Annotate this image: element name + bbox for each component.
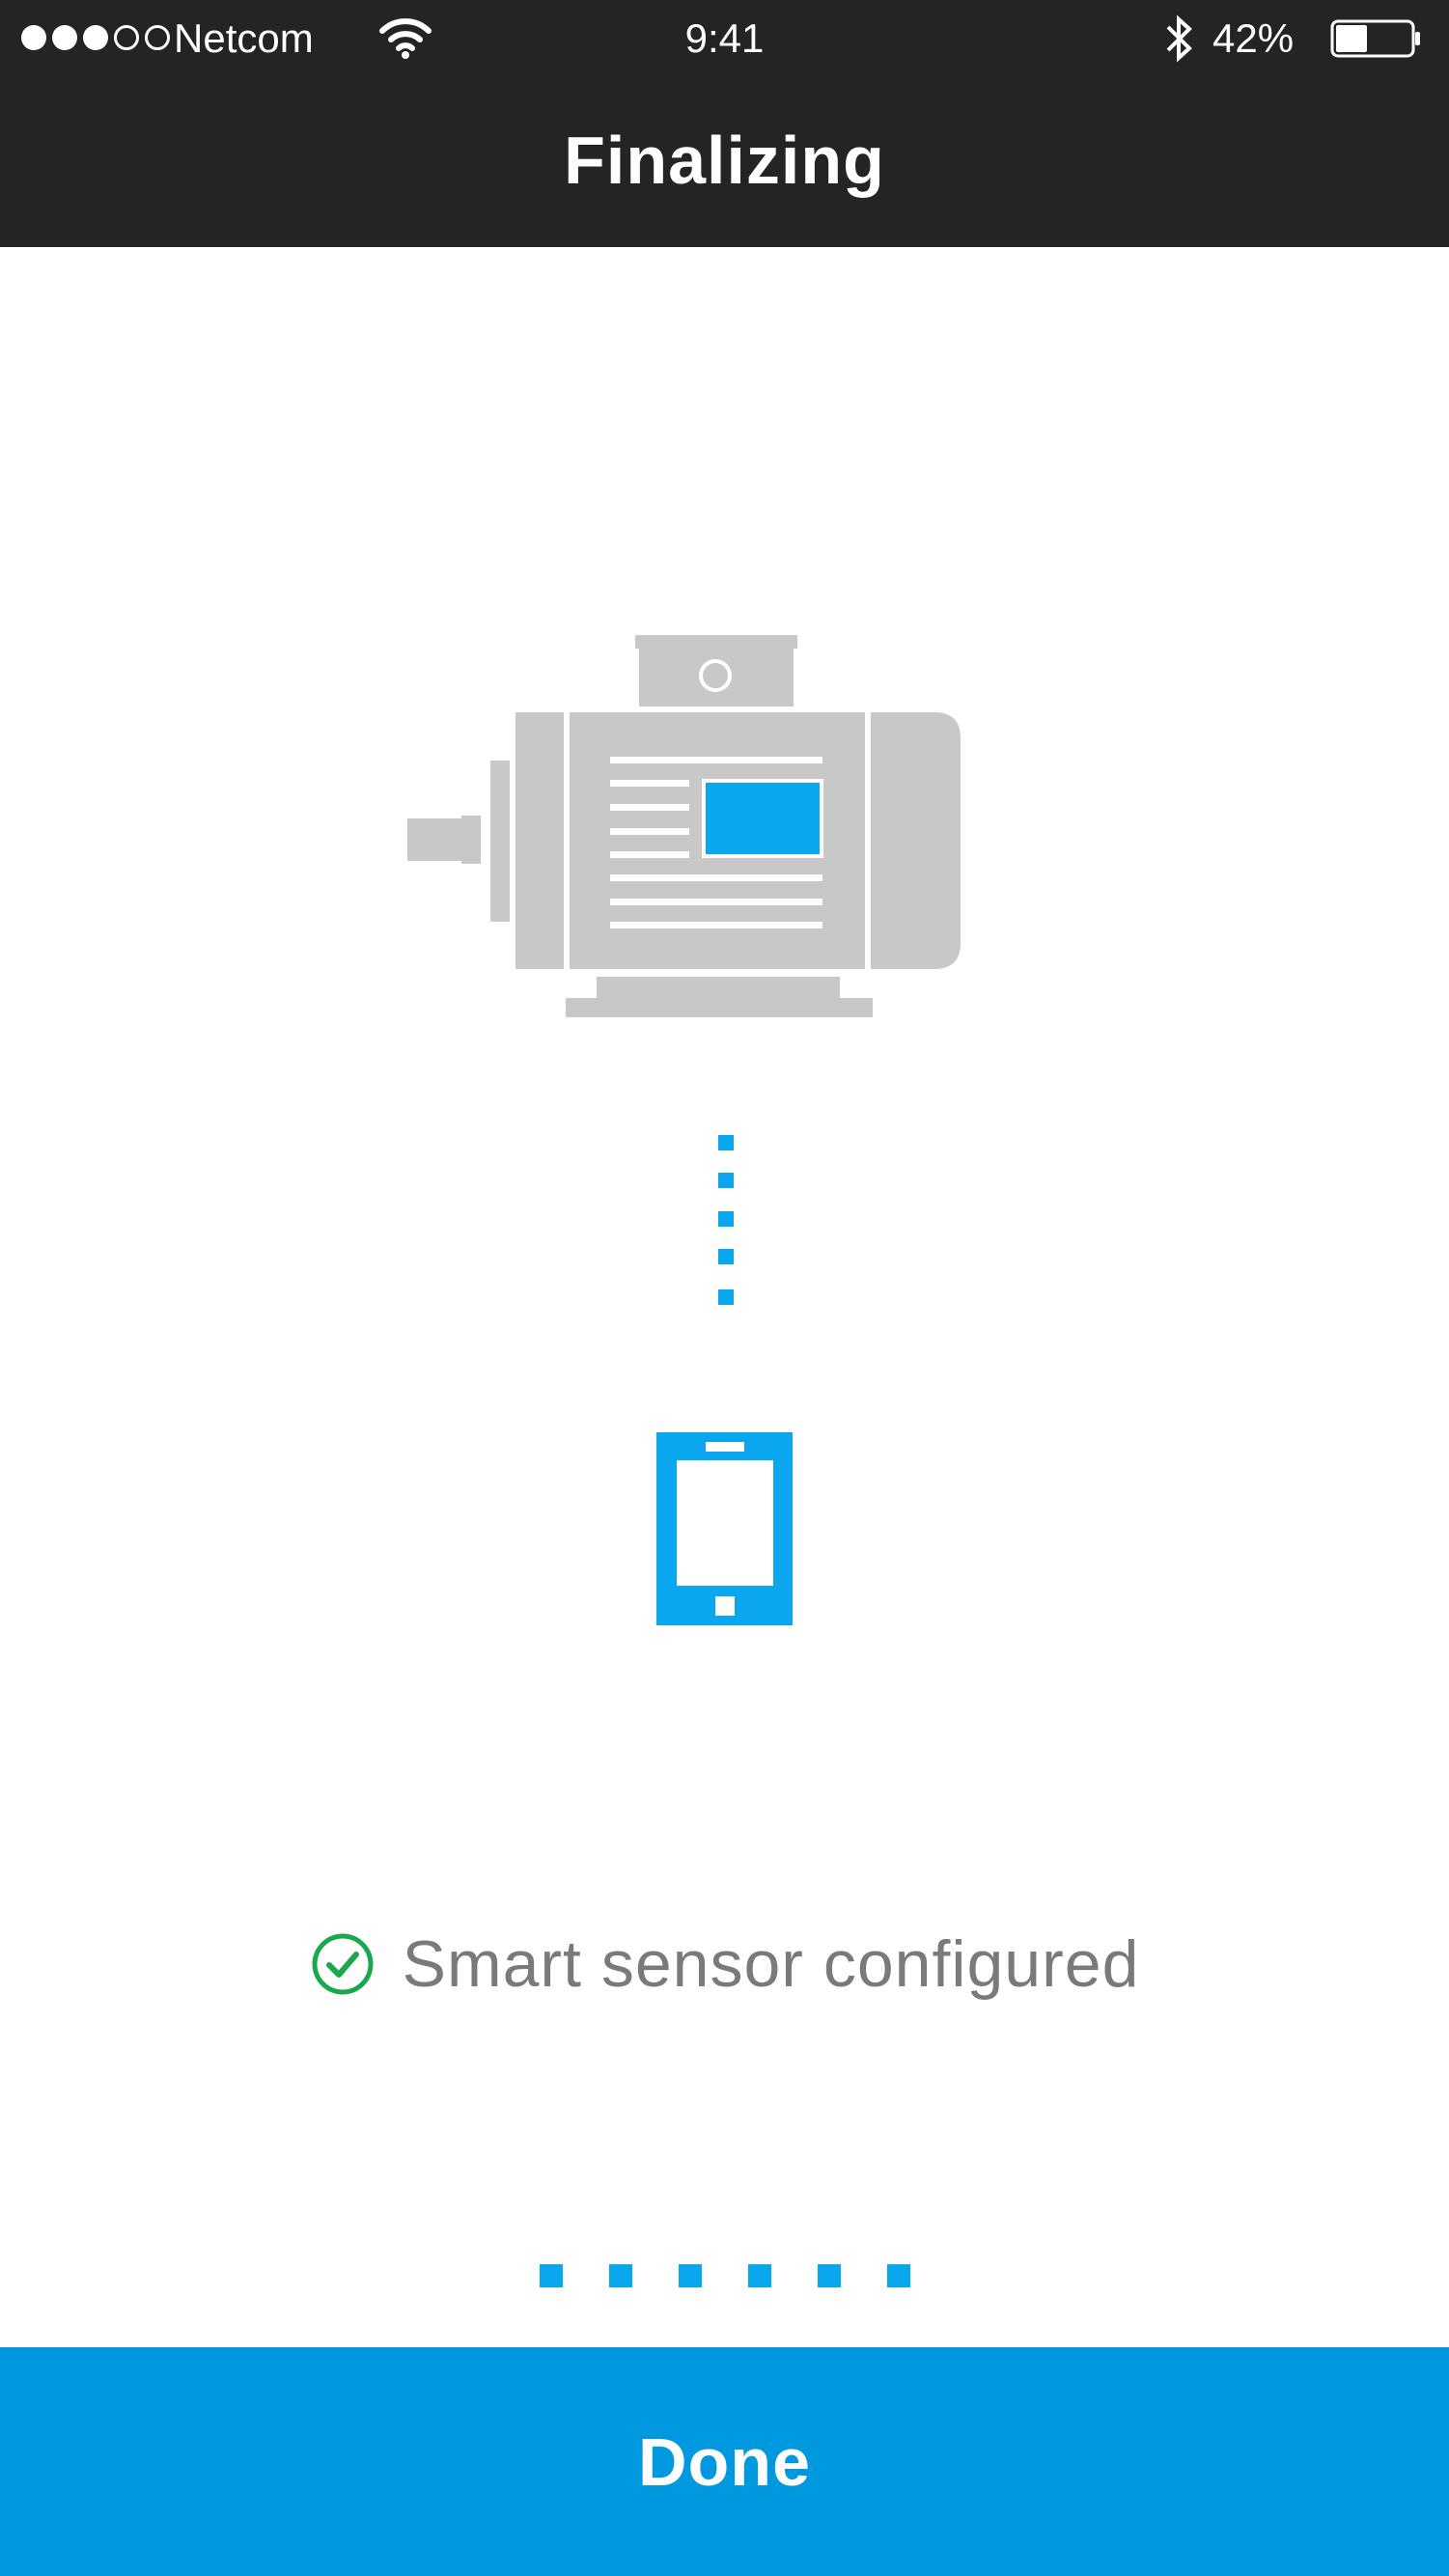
check-circle-icon — [312, 1933, 374, 1995]
wifi-icon — [379, 18, 432, 59]
smartphone-icon — [656, 1432, 793, 1625]
electric-motor-icon — [407, 635, 961, 1017]
screen: Netcom 9:41 42% Finalizing Smart sensor … — [0, 0, 1449, 2576]
done-button-label: Done — [638, 2424, 811, 2500]
done-button[interactable]: Done — [0, 2347, 1449, 2576]
battery-icon — [1330, 19, 1420, 58]
signal-dot — [114, 25, 139, 50]
page-title: Finalizing — [564, 123, 885, 198]
signal-strength-icon — [21, 25, 170, 50]
progress-dot — [886, 2264, 910, 2287]
dotted-connection-icon — [718, 1135, 734, 1305]
status-bar: Netcom 9:41 42% — [0, 0, 1449, 79]
progress-indicator — [0, 2264, 1449, 2287]
signal-dot — [52, 25, 77, 50]
bluetooth-icon — [1166, 14, 1192, 63]
status-message: Smart sensor configured — [0, 1921, 1449, 2008]
status-text: Smart sensor configured — [402, 1927, 1140, 2001]
signal-dot — [83, 25, 108, 50]
navigation-bar: Finalizing — [0, 79, 1449, 247]
carrier-name: Netcom — [174, 15, 314, 61]
progress-dot — [539, 2264, 563, 2287]
connection-illustration — [407, 635, 961, 1625]
progress-dot — [747, 2264, 771, 2287]
progress-dot — [608, 2264, 632, 2287]
battery-percentage: 42% — [1212, 15, 1295, 61]
signal-dot — [145, 25, 170, 50]
progress-dot — [817, 2264, 841, 2287]
signal-dot — [21, 25, 46, 50]
progress-dot — [678, 2264, 702, 2287]
